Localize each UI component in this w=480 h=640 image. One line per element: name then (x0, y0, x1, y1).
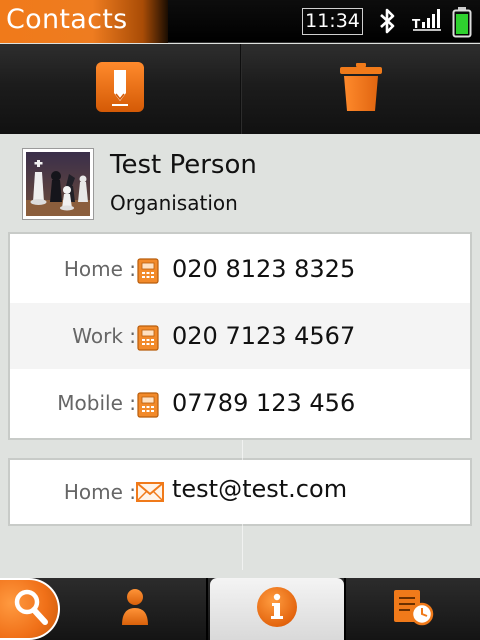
search-button[interactable] (0, 578, 62, 640)
edit-button[interactable] (0, 44, 240, 134)
app-title: Contacts (6, 4, 128, 35)
delete-button[interactable] (242, 44, 480, 134)
clock: 11:34 (302, 8, 363, 35)
person-icon (120, 588, 150, 630)
contact-name: Test Person (110, 150, 257, 180)
phone-numbers-card: Home : 020 8123 8325 Work : 020 7123 456… (8, 232, 472, 440)
status-bar: Contacts 11:34 T (0, 0, 480, 43)
phone-icon (136, 257, 160, 289)
signal-icon: T (411, 6, 443, 40)
title-tab: Contacts (0, 0, 168, 43)
divider (242, 440, 243, 570)
email-label: Home : (63, 480, 136, 504)
phone-row-mobile[interactable]: Mobile : 07789 123 456 (10, 370, 470, 436)
bottom-nav (0, 578, 480, 640)
email-card: Home : test@test.com (8, 458, 472, 526)
avatar[interactable] (22, 148, 94, 220)
phone-icon (136, 391, 160, 423)
edit-icon (95, 61, 145, 117)
phone-label: Work : (72, 324, 136, 348)
phone-row-home[interactable]: Home : 020 8123 8325 (10, 236, 470, 302)
phone-icon (136, 324, 160, 356)
bluetooth-icon (376, 6, 400, 40)
tab-details[interactable] (210, 578, 344, 640)
history-icon (392, 588, 434, 630)
svg-text:T: T (412, 17, 421, 31)
phone-label: Mobile : (57, 391, 136, 415)
tab-contact[interactable] (62, 578, 208, 640)
phone-number: 020 7123 4567 (172, 322, 356, 350)
contact-organisation: Organisation (110, 191, 238, 215)
trash-icon (337, 61, 385, 117)
phone-label: Home : (63, 257, 136, 281)
phone-number: 020 8123 8325 (172, 255, 356, 283)
action-toolbar (0, 44, 480, 134)
envelope-icon (136, 482, 164, 506)
email-row-home[interactable]: Home : test@test.com (10, 460, 470, 524)
phone-row-work[interactable]: Work : 020 7123 4567 (10, 303, 470, 369)
battery-icon (452, 6, 472, 42)
search-icon (11, 587, 51, 631)
phone-number: 07789 123 456 (172, 389, 356, 417)
tab-history[interactable] (346, 578, 480, 640)
info-icon (255, 585, 299, 633)
contact-header: Test Person Organisation (0, 134, 480, 230)
email-address: test@test.com (172, 475, 348, 503)
